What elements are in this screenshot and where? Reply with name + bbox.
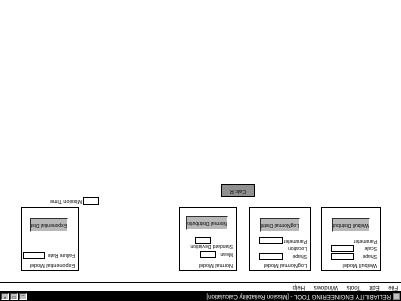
- menu-edit[interactable]: Edit: [369, 283, 379, 291]
- exponential-failure-rate-input[interactable]: [23, 252, 45, 259]
- menu-windows[interactable]: Windows: [314, 283, 338, 291]
- app-window: RELIABILITY ENGINEERING TOOL - [Mission …: [0, 0, 401, 301]
- calc-r-button[interactable]: Calc R: [221, 184, 255, 197]
- maximize-button[interactable]: □: [10, 293, 18, 300]
- window-title: RELIABILITY ENGINEERING TOOL - [Mission …: [206, 293, 391, 299]
- weibull-scale-input[interactable]: [331, 245, 354, 252]
- weibull-scale-label: Scale: [364, 245, 377, 251]
- exponential-model-title: Exponential Model: [29, 262, 75, 268]
- lognormal-parameter-label: Parameter: [283, 238, 307, 244]
- weibull-parameter-label: Parameter: [353, 238, 377, 244]
- weibull-shape-label: Shape: [362, 253, 377, 259]
- menu-tools[interactable]: Tools: [347, 283, 361, 291]
- normal-model-title: Normal Model: [198, 262, 233, 268]
- weibull-distribution-button[interactable]: Weibull Distribution: [332, 218, 370, 232]
- exponential-failure-rate-label: Failure Rate: [47, 252, 75, 258]
- normal-distribution-button[interactable]: Normal Distribution: [186, 216, 228, 230]
- mission-time-label: Mission Time: [49, 198, 82, 204]
- lognormal-model-panel: LogNormal Model Shape Location Parameter…: [249, 207, 311, 271]
- weibull-shape-input[interactable]: [331, 253, 354, 260]
- lognormal-location-input[interactable]: [259, 237, 283, 244]
- system-menu-icon[interactable]: [393, 293, 400, 300]
- weibull-model-panel: Weibull Model Shape Scale Parameter Weib…: [321, 207, 381, 271]
- normal-mean-input[interactable]: [200, 251, 216, 258]
- normal-std-input[interactable]: [195, 237, 211, 244]
- normal-mean-label: Mean: [220, 251, 233, 257]
- exponential-distribution-button[interactable]: Exponential Distribution: [30, 218, 68, 232]
- lognormal-distribution-button[interactable]: LogNormal Distribution: [260, 218, 300, 232]
- title-bar: RELIABILITY ENGINEERING TOOL - [Mission …: [0, 291, 401, 301]
- lognormal-shape-input[interactable]: [259, 253, 283, 260]
- menu-bar: File Edit Tools Windows Help: [0, 282, 401, 291]
- menu-help[interactable]: Help: [293, 283, 305, 291]
- lognormal-location-label: Location: [288, 245, 307, 251]
- lognormal-shape-label: Shape: [292, 253, 307, 259]
- minimize-button[interactable]: _: [19, 293, 27, 300]
- window-controls: _ □ ×: [1, 293, 27, 300]
- menu-file[interactable]: File: [388, 283, 398, 291]
- mission-time-input[interactable]: [83, 197, 99, 205]
- weibull-model-title: Weibull Model: [342, 262, 377, 268]
- lognormal-model-title: LogNormal Model: [263, 262, 307, 268]
- close-button[interactable]: ×: [1, 293, 9, 300]
- exponential-model-panel: Exponential Model Failure Rate Exponenti…: [21, 207, 79, 271]
- normal-model-panel: Normal Model Mean Standard Deviation Nor…: [179, 207, 237, 271]
